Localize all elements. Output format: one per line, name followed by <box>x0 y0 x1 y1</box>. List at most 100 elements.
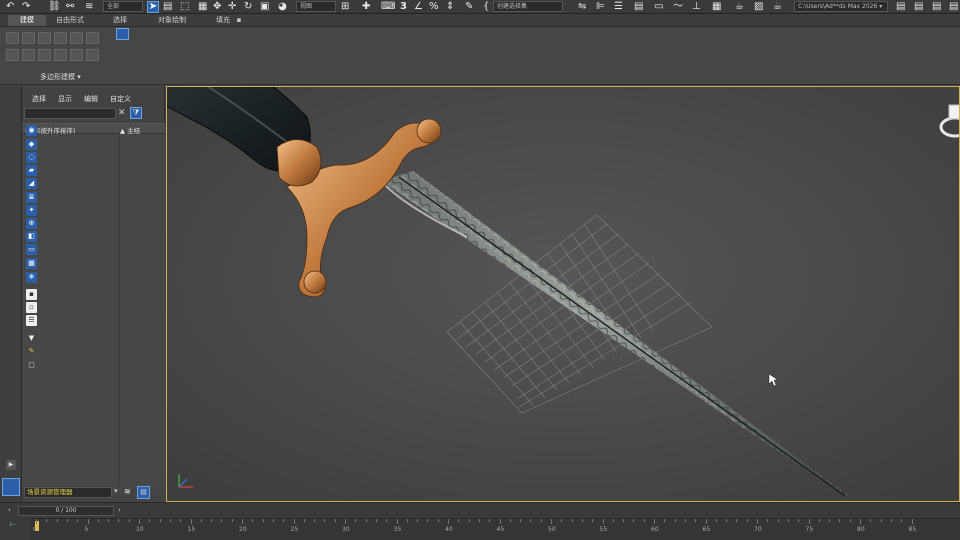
display-frozen-icon[interactable]: ❄ <box>26 272 37 283</box>
select-by-name-icon[interactable]: ▤ <box>163 1 172 13</box>
percent-snap-icon[interactable]: % <box>429 1 439 13</box>
display-xrefs-icon[interactable]: ◧ <box>26 231 37 242</box>
tab-selection[interactable]: 选择 <box>104 15 136 26</box>
menu-edit[interactable]: 编辑 <box>84 94 98 104</box>
toggle-scene-explorer-icon[interactable]: ☰ <box>614 1 623 13</box>
mirror-icon[interactable]: ⇋ <box>578 1 586 13</box>
expand-panel-icon[interactable]: ▶ <box>6 460 16 470</box>
more-tools-icon[interactable]: ▤ <box>949 1 958 13</box>
display-geometry-icon[interactable]: ◆ <box>26 139 37 150</box>
ribbon-edit-poly-icon[interactable] <box>6 32 19 44</box>
display-invert-icon[interactable]: ▫ <box>26 302 37 313</box>
display-cameras-icon[interactable]: ◢ <box>26 178 37 189</box>
scale-icon[interactable]: ▣ <box>260 1 269 13</box>
window-crossing-icon[interactable]: ▦ <box>198 1 207 13</box>
frame-counter[interactable]: 0 / 100 <box>18 506 114 516</box>
asset-tracking-icon[interactable]: ▤ <box>932 1 941 13</box>
menu-customize[interactable]: 自定义 <box>110 94 131 104</box>
align-icon[interactable]: ⊫ <box>596 1 605 13</box>
rendered-frame-window-icon[interactable]: ▨ <box>754 1 763 13</box>
ribbon-border-icon[interactable] <box>54 32 67 44</box>
selection-filter-dropdown[interactable]: 全部 <box>103 1 143 12</box>
display-lights-icon[interactable]: ▰ <box>26 165 37 176</box>
layer-stack-icon[interactable]: ≋ <box>124 487 131 496</box>
render-setup-icon[interactable]: ☕ <box>735 1 744 13</box>
toggle-layer-explorer-icon[interactable]: ▤ <box>634 1 643 13</box>
display-all-icon[interactable]: ▪ <box>26 289 37 300</box>
ribbon-selection-icon[interactable] <box>22 49 35 61</box>
tab-modeling[interactable]: 建模 <box>8 15 46 26</box>
ribbon-modify-mode-icon[interactable] <box>6 49 19 61</box>
menu-select[interactable]: 选择 <box>32 94 46 104</box>
display-list-icon[interactable]: ☰ <box>26 315 37 326</box>
display-bones-icon[interactable]: ▭ <box>26 244 37 255</box>
ribbon-edge-icon[interactable] <box>38 32 51 44</box>
ribbon-tris-icon[interactable] <box>86 49 99 61</box>
edit-named-selection-icon[interactable]: ✎ <box>465 1 473 13</box>
filter-brush-icon[interactable]: ✎ <box>26 346 37 357</box>
reference-coordinate-dropdown[interactable]: 视图 <box>296 1 336 12</box>
display-none-icon[interactable]: ◉ <box>26 125 37 136</box>
keyboard-shortcut-icon[interactable]: ⌨ <box>381 1 395 13</box>
snaps-toggle-icon[interactable]: 3 <box>400 1 407 13</box>
link-icon[interactable]: ⛓ <box>48 1 61 13</box>
scene-explorer-name-field[interactable]: 场景资源管理器 <box>24 487 112 498</box>
menu-display[interactable]: 显示 <box>58 94 72 104</box>
move-icon[interactable]: ✥ <box>213 1 221 13</box>
placement-icon[interactable]: ◕ <box>278 1 287 13</box>
ribbon-tab-bar: 建模 自由形式 选择 对象绘制 填充 ▪ <box>0 14 960 27</box>
ribbon-element-icon[interactable] <box>86 32 99 44</box>
select-object-icon[interactable]: ➤ <box>147 1 159 13</box>
display-shapes-icon[interactable]: ◌ <box>26 152 37 163</box>
key-mode-icon[interactable]: ⊢ <box>10 521 16 529</box>
ribbon-geometry-icon[interactable] <box>54 49 67 61</box>
display-groups-icon[interactable]: ⊕ <box>26 218 37 229</box>
ribbon-polygon-icon[interactable] <box>70 32 83 44</box>
angle-snap-icon[interactable]: ∠ <box>414 1 423 13</box>
display-space-warps-icon[interactable]: ✦ <box>26 205 37 216</box>
pivot-center-icon[interactable]: ⊞ <box>341 1 349 13</box>
filter-box-icon[interactable]: ▢ <box>26 360 37 371</box>
scene-explorer-toggle-icon[interactable] <box>2 478 20 496</box>
bind-space-warp-icon[interactable]: ≋ <box>85 1 93 13</box>
set-project-icon[interactable]: ▤ <box>914 1 923 13</box>
curve-editor-icon[interactable]: 〜 <box>673 1 683 13</box>
ribbon-edit-icon[interactable] <box>38 49 51 61</box>
scene-search-input[interactable] <box>24 108 116 119</box>
render-production-icon[interactable]: ☕ <box>773 1 782 13</box>
project-path-dropdown[interactable]: C:\Users\Ad**ds Max 2026 ▾ <box>794 1 888 12</box>
tab-freeform[interactable]: 自由形式 <box>50 15 90 26</box>
select-move-icon[interactable]: ✛ <box>228 1 236 13</box>
unlink-icon[interactable]: ⚯ <box>66 1 74 13</box>
material-editor-icon[interactable]: ▦ <box>712 1 721 13</box>
ribbon-options-icon[interactable]: ▪ <box>234 15 244 26</box>
named-selection-set-dropdown[interactable]: 创建选择集 <box>493 1 563 12</box>
timeline-prev-icon[interactable]: ‹ <box>8 506 11 514</box>
display-helpers-icon[interactable]: ≣ <box>26 192 37 203</box>
ribbon-vertex-icon[interactable] <box>22 32 35 44</box>
scene-object-list[interactable] <box>22 134 165 486</box>
filter-funnel-icon[interactable]: ▼ <box>26 333 37 344</box>
display-containers-icon[interactable]: ▦ <box>26 258 37 269</box>
tab-object-paint[interactable]: 对象绘制 <box>150 15 194 26</box>
selection-region-icon[interactable]: ⬚ <box>180 1 189 13</box>
named-selection-icon[interactable]: { <box>483 1 489 13</box>
ribbon-group-label[interactable]: 多边形建模 ▾ <box>40 72 81 82</box>
layer-dropdown-icon[interactable]: ▾ <box>114 487 118 495</box>
rotate-icon[interactable]: ↻ <box>244 1 252 13</box>
redo-icon[interactable]: ↷ <box>22 1 30 13</box>
undo-icon[interactable]: ↶ <box>6 1 14 13</box>
toggle-ribbon-icon[interactable]: ▭ <box>654 1 663 13</box>
spinner-snap-icon[interactable]: ⇕ <box>446 1 454 13</box>
timeline-next-icon[interactable]: › <box>118 506 121 514</box>
timeline-track[interactable]: 0 5 10 15 20 25 30 35 40 45 50 55 60 65 70 75 80 85 <box>30 518 960 540</box>
perspective-viewport[interactable] <box>166 86 960 502</box>
schematic-view-icon[interactable]: ⊥ <box>692 1 701 13</box>
project-folder-icon[interactable]: ▤ <box>896 1 905 13</box>
filter-icon[interactable]: ⧩ <box>130 107 142 119</box>
clear-search-icon[interactable]: ✕ <box>118 108 126 118</box>
ribbon-active-tool-icon[interactable] <box>116 28 129 40</box>
layer-manager-icon[interactable]: ▤ <box>137 486 150 499</box>
ribbon-subdivision-icon[interactable] <box>70 49 83 61</box>
select-manipulate-icon[interactable]: ✚ <box>362 1 370 13</box>
